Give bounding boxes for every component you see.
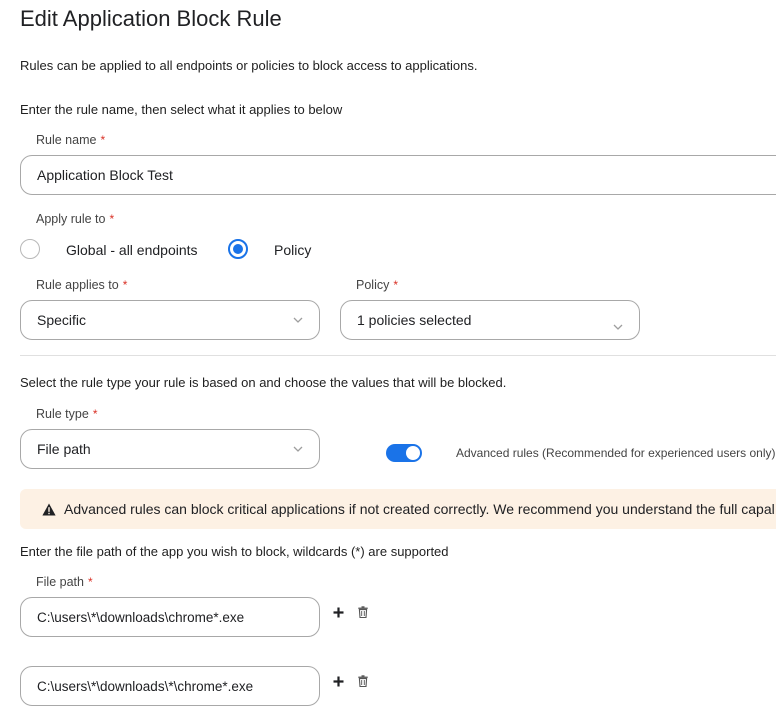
advanced-rules-label: Advanced rules (Recommended for experien… — [456, 446, 776, 460]
required-marker: * — [393, 278, 399, 292]
trash-icon[interactable] — [358, 675, 368, 687]
apply-rule-to-label: Apply rule to * — [36, 212, 115, 226]
chevron-down-icon — [293, 317, 303, 323]
file-path-input[interactable]: C:\users\*\downloads\*\chrome*.exe — [20, 666, 320, 706]
rule-applies-to-value: Specific — [37, 312, 87, 328]
policy-value: 1 policies selected — [357, 312, 472, 328]
required-marker: * — [87, 575, 93, 589]
warning-text: Advanced rules can block critical applic… — [64, 501, 775, 517]
plus-icon[interactable] — [333, 676, 344, 687]
radio-policy[interactable] — [228, 239, 248, 259]
warning-banner: Advanced rules can block critical applic… — [20, 489, 776, 529]
radio-global[interactable] — [20, 239, 40, 259]
required-marker: * — [109, 212, 115, 226]
rule-applies-to-select[interactable]: Specific — [20, 300, 320, 340]
required-marker: * — [92, 407, 98, 421]
file-path-label: File path * — [36, 575, 93, 589]
file-path-input[interactable]: C:\users\*\downloads\chrome*.exe — [20, 597, 320, 637]
chevron-down-icon — [613, 324, 623, 330]
file-path-value: C:\users\*\downloads\chrome*.exe — [37, 609, 245, 625]
section-divider — [20, 355, 776, 356]
rule-applies-to-label: Rule applies to * — [36, 278, 128, 292]
radio-policy-label[interactable]: Policy — [274, 242, 311, 258]
required-marker: * — [100, 133, 106, 147]
advanced-rules-toggle[interactable] — [386, 444, 422, 462]
chevron-down-icon — [293, 446, 303, 452]
rule-type-label: Rule type * — [36, 407, 98, 421]
type-instruction: Select the rule type your rule is based … — [20, 375, 507, 390]
rule-name-label: Rule name * — [36, 133, 106, 147]
policy-label: Policy * — [356, 278, 399, 292]
file-path-instruction: Enter the file path of the app you wish … — [20, 544, 449, 559]
intro-text: Rules can be applied to all endpoints or… — [20, 58, 478, 73]
trash-icon[interactable] — [358, 606, 368, 618]
plus-icon[interactable] — [333, 607, 344, 618]
file-path-value: C:\users\*\downloads\*\chrome*.exe — [37, 678, 254, 694]
rule-name-value: Application Block Test — [37, 167, 173, 183]
required-marker: * — [122, 278, 128, 292]
warning-triangle-icon — [42, 503, 56, 515]
name-instruction: Enter the rule name, then select what it… — [20, 102, 343, 117]
toggle-knob — [406, 446, 420, 460]
rule-type-select[interactable]: File path — [20, 429, 320, 469]
page-title: Edit Application Block Rule — [20, 6, 282, 31]
radio-global-label[interactable]: Global - all endpoints — [66, 242, 198, 258]
policy-select[interactable]: 1 policies selected — [340, 300, 640, 340]
rule-type-value: File path — [37, 441, 91, 457]
rule-name-input[interactable]: Application Block Test — [20, 155, 776, 195]
